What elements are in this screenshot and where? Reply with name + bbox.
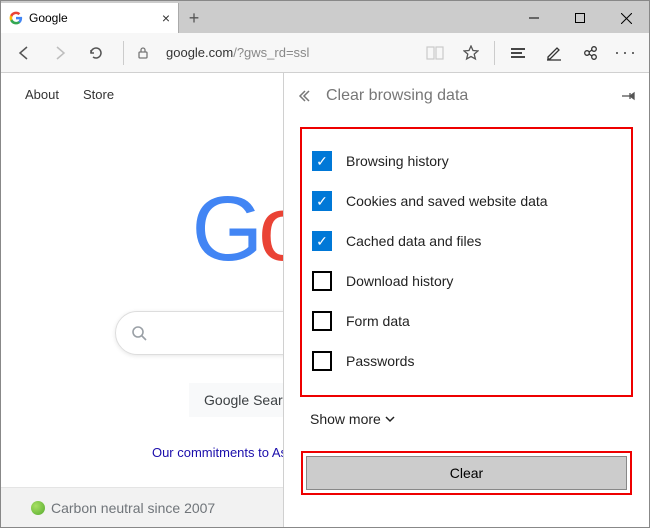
tab-bar: Google × + (1, 1, 649, 33)
option-label: Cached data and files (346, 233, 481, 249)
close-window-button[interactable] (603, 3, 649, 33)
reading-view-icon[interactable] (418, 36, 452, 70)
hub-icon[interactable] (501, 36, 535, 70)
pin-icon[interactable] (621, 89, 635, 103)
store-link[interactable]: Store (83, 87, 114, 102)
leaf-icon (31, 501, 45, 515)
close-tab-icon[interactable]: × (162, 10, 170, 26)
show-more-button[interactable]: Show more (310, 411, 623, 427)
chevron-down-icon (385, 414, 395, 424)
checkbox[interactable] (312, 271, 332, 291)
option-row[interactable]: ✓ Cookies and saved website data (312, 181, 621, 221)
clear-button[interactable]: Clear (306, 456, 627, 490)
option-label: Passwords (346, 353, 414, 369)
new-tab-button[interactable]: + (179, 3, 209, 33)
tab-title: Google (29, 11, 156, 25)
option-label: Form data (346, 313, 410, 329)
option-row[interactable]: Form data (312, 301, 621, 341)
checkbox[interactable] (312, 351, 332, 371)
about-link[interactable]: About (25, 87, 59, 102)
option-row[interactable]: Passwords (312, 341, 621, 381)
checkbox[interactable]: ✓ (312, 231, 332, 251)
address-bar[interactable]: google.com/?gws_rd=ssl (162, 39, 416, 67)
google-favicon (9, 11, 23, 25)
option-label: Cookies and saved website data (346, 193, 548, 209)
option-row[interactable]: ✓ Cached data and files (312, 221, 621, 261)
back-icon[interactable] (298, 89, 312, 103)
option-row[interactable]: ✓ Browsing history (312, 141, 621, 181)
tab-active[interactable]: Google × (1, 3, 179, 33)
option-row[interactable]: Download history (312, 261, 621, 301)
minimize-button[interactable] (511, 3, 557, 33)
checkbox[interactable]: ✓ (312, 151, 332, 171)
refresh-button[interactable] (79, 36, 113, 70)
option-label: Download history (346, 273, 453, 289)
notes-icon[interactable] (537, 36, 571, 70)
window-controls (511, 3, 649, 33)
maximize-button[interactable] (557, 3, 603, 33)
checkbox[interactable]: ✓ (312, 191, 332, 211)
clear-data-panel: Clear browsing data ✓ Browsing history ✓ Co… (283, 73, 649, 527)
forward-button[interactable] (43, 36, 77, 70)
option-label: Browsing history (346, 153, 449, 169)
back-button[interactable] (7, 36, 41, 70)
checkbox[interactable] (312, 311, 332, 331)
lock-icon[interactable] (126, 36, 160, 70)
panel-title: Clear browsing data (326, 87, 468, 105)
toolbar: google.com/?gws_rd=ssl ··· (1, 33, 649, 73)
options-list: ✓ Browsing history ✓ Cookies and saved webs… (300, 127, 633, 397)
share-icon[interactable] (573, 36, 607, 70)
favorite-icon[interactable] (454, 36, 488, 70)
more-icon[interactable]: ··· (609, 36, 643, 70)
carbon-text: Carbon neutral since 2007 (51, 500, 215, 516)
search-icon (132, 326, 147, 341)
